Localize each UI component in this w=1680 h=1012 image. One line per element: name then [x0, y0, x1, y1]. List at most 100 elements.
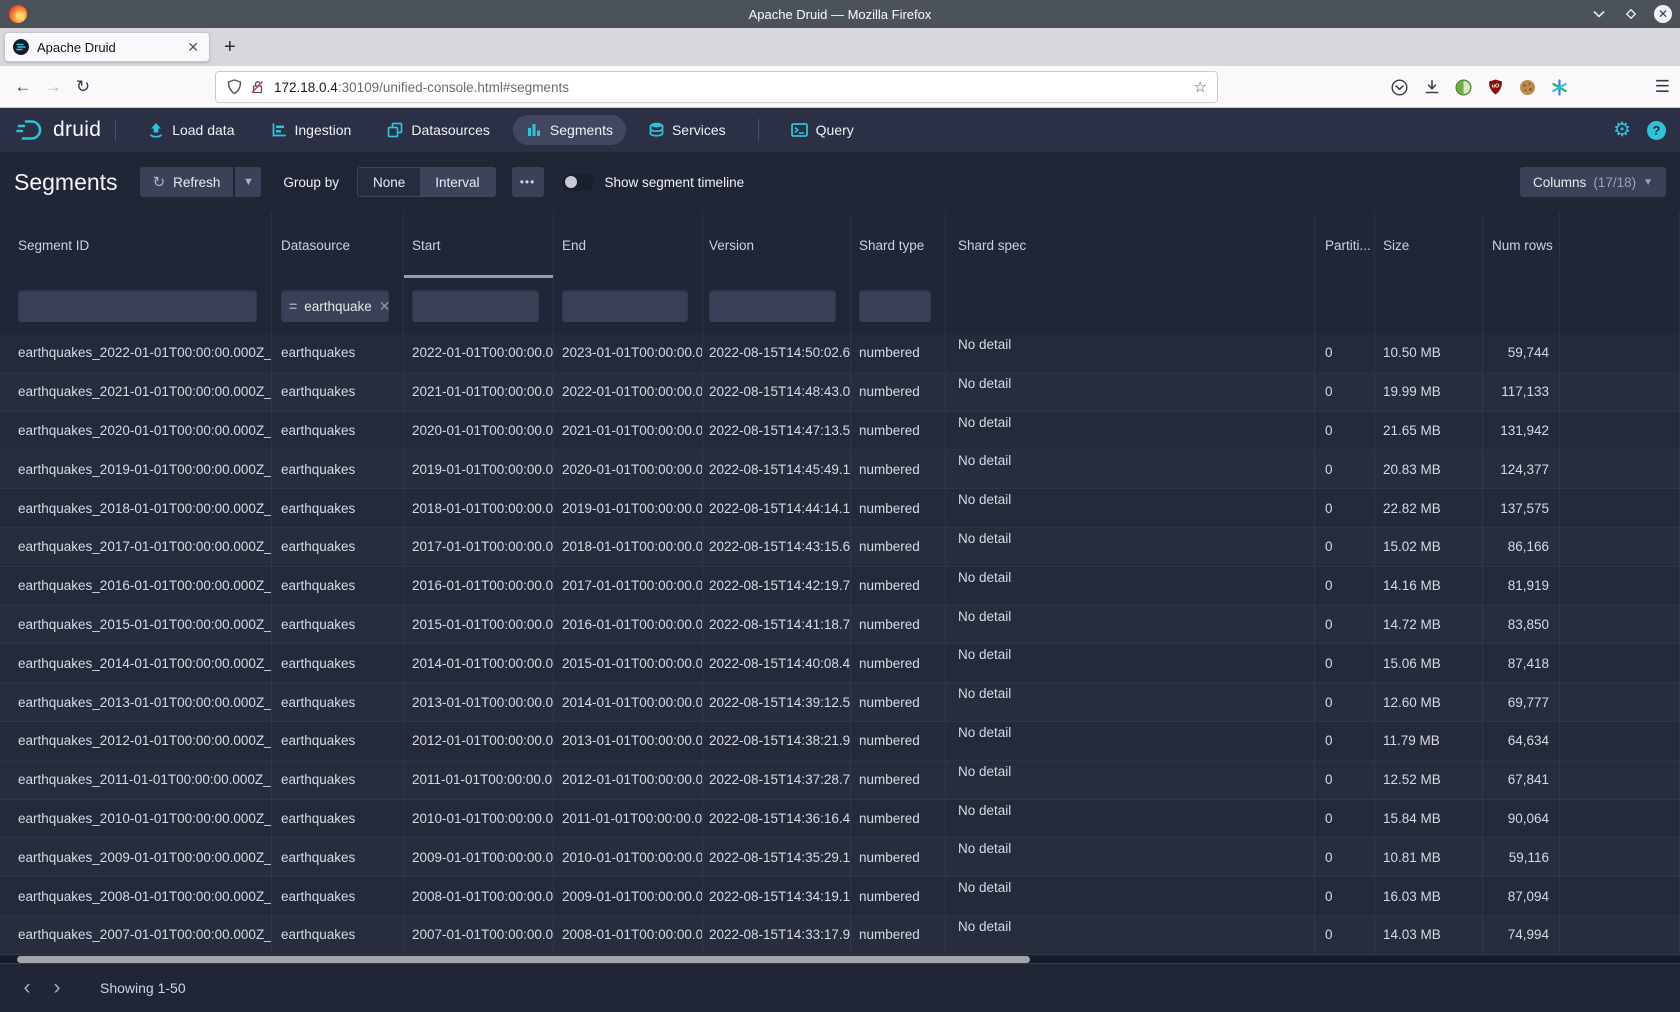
column-header-shard-spec[interactable]: Shard spec: [946, 212, 1315, 278]
cookie-icon[interactable]: [1519, 79, 1536, 96]
filter-input[interactable]: [709, 290, 836, 322]
cell-segment-id[interactable]: earthquakes_2017-01-01T00:00:00.000Z_2..…: [0, 528, 272, 566]
download-icon[interactable]: [1423, 79, 1440, 96]
column-header-version[interactable]: Version: [703, 212, 851, 278]
previous-page-icon[interactable]: ‹: [12, 976, 42, 1000]
browser-tab[interactable]: Apache Druid ✕: [4, 32, 210, 62]
refresh-dropdown-button[interactable]: ▼: [235, 167, 261, 197]
nav-item-load-data[interactable]: Load data: [135, 115, 247, 145]
cell-size: 20.83 MB: [1375, 450, 1483, 488]
multiaccount-asterisk-icon[interactable]: [1551, 79, 1568, 96]
group-by-none-button[interactable]: None: [358, 168, 420, 196]
cell-filler: [1560, 528, 1680, 566]
filter-input[interactable]: [562, 290, 688, 322]
column-header-datasource[interactable]: Datasource: [272, 212, 404, 278]
cell-segment-id[interactable]: earthquakes_2008-01-01T00:00:00.000Z_2..…: [0, 877, 272, 915]
remove-filter-icon[interactable]: ✕: [379, 298, 391, 315]
cell-partition: 0: [1315, 761, 1375, 799]
shield-icon[interactable]: [226, 79, 243, 96]
druid-logo[interactable]: druid: [16, 117, 101, 143]
horizontal-scrollbar-thumb[interactable]: [17, 956, 1030, 963]
help-icon[interactable]: ?: [1647, 121, 1666, 140]
cell-segment-id[interactable]: earthquakes_2009-01-01T00:00:00.000Z_2..…: [0, 838, 272, 876]
table-row[interactable]: earthquakes_2010-01-01T00:00:00.000Z_2..…: [0, 800, 1680, 839]
close-icon[interactable]: ✕: [1654, 5, 1672, 23]
column-header-end[interactable]: End: [554, 212, 703, 278]
extension-green-icon[interactable]: [1455, 79, 1472, 96]
reload-icon[interactable]: ↻: [68, 77, 98, 97]
cell-segment-id[interactable]: earthquakes_2013-01-01T00:00:00.000Z_2..…: [0, 683, 272, 721]
segment-timeline-toggle[interactable]: [562, 174, 594, 191]
cell-shard-type: numbered: [851, 450, 946, 488]
group-by-interval-button[interactable]: Interval: [420, 168, 494, 196]
column-header-segment-id[interactable]: Segment ID: [0, 212, 272, 278]
column-header-start[interactable]: Start: [404, 212, 554, 278]
forward-icon[interactable]: →: [38, 77, 68, 97]
columns-button[interactable]: Columns (17/18) ▼: [1520, 167, 1666, 197]
table-row[interactable]: earthquakes_2012-01-01T00:00:00.000Z_2..…: [0, 722, 1680, 761]
table-row[interactable]: earthquakes_2020-01-01T00:00:00.000Z_2..…: [0, 412, 1680, 451]
cell-shard-spec: No detail: [946, 877, 1315, 915]
refresh-button[interactable]: ↻ Refresh: [140, 167, 234, 197]
minimize-icon[interactable]: [1590, 5, 1608, 23]
datasource-filter-input[interactable]: =earthquake✕: [281, 290, 389, 322]
url-bar[interactable]: 172.18.0.4:30109/unified-console.html#se…: [215, 71, 1218, 103]
ublock-shield-icon[interactable]: uO: [1487, 79, 1504, 96]
cell-version: 2022-08-15T14:38:21.9...: [703, 722, 851, 760]
table-row[interactable]: earthquakes_2008-01-01T00:00:00.000Z_2..…: [0, 877, 1680, 916]
pocket-icon[interactable]: [1391, 79, 1408, 96]
column-header-num-rows[interactable]: Num rows: [1483, 212, 1560, 278]
table-row[interactable]: earthquakes_2007-01-01T00:00:00.000Z_2..…: [0, 916, 1680, 955]
nav-item-ingestion[interactable]: Ingestion: [258, 115, 365, 145]
table-row[interactable]: earthquakes_2018-01-01T00:00:00.000Z_2..…: [0, 489, 1680, 528]
more-options-button[interactable]: •••: [512, 167, 544, 197]
table-row[interactable]: earthquakes_2019-01-01T00:00:00.000Z_2..…: [0, 450, 1680, 489]
cell-size: 14.16 MB: [1375, 567, 1483, 605]
filter-input[interactable]: [412, 290, 539, 322]
cell-segment-id[interactable]: earthquakes_2016-01-01T00:00:00.000Z_2..…: [0, 567, 272, 605]
cell-segment-id[interactable]: earthquakes_2018-01-01T00:00:00.000Z_2..…: [0, 489, 272, 527]
table-row[interactable]: earthquakes_2009-01-01T00:00:00.000Z_2..…: [0, 838, 1680, 877]
table-row[interactable]: earthquakes_2011-01-01T00:00:00.000Z_2..…: [0, 761, 1680, 800]
cell-version: 2022-08-15T14:35:29.1...: [703, 838, 851, 876]
cell-segment-id[interactable]: earthquakes_2014-01-01T00:00:00.000Z_2..…: [0, 644, 272, 682]
table-row[interactable]: earthquakes_2015-01-01T00:00:00.000Z_2..…: [0, 606, 1680, 645]
gear-icon[interactable]: ⚙: [1613, 120, 1631, 140]
new-tab-button[interactable]: +: [224, 36, 236, 59]
table-row[interactable]: earthquakes_2017-01-01T00:00:00.000Z_2..…: [0, 528, 1680, 567]
tab-close-icon[interactable]: ✕: [185, 39, 201, 56]
table-row[interactable]: earthquakes_2021-01-01T00:00:00.000Z_2..…: [0, 373, 1680, 412]
table-row[interactable]: earthquakes_2013-01-01T00:00:00.000Z_2..…: [0, 683, 1680, 722]
cell-segment-id[interactable]: earthquakes_2019-01-01T00:00:00.000Z_2..…: [0, 450, 272, 488]
filter-input[interactable]: [18, 290, 257, 322]
column-header-shard-type[interactable]: Shard type: [851, 212, 946, 278]
filter-cell: [1375, 278, 1483, 334]
cell-version: 2022-08-15T14:47:13.5...: [703, 412, 851, 450]
cell-size: 15.06 MB: [1375, 644, 1483, 682]
table-row[interactable]: earthquakes_2016-01-01T00:00:00.000Z_2..…: [0, 567, 1680, 606]
filter-input[interactable]: [859, 290, 931, 322]
bookmark-star-icon[interactable]: ☆: [1194, 78, 1207, 96]
cell-segment-id[interactable]: earthquakes_2007-01-01T00:00:00.000Z_2..…: [0, 916, 272, 954]
menu-hamburger-icon[interactable]: ☰: [1655, 77, 1670, 97]
cell-segment-id[interactable]: earthquakes_2015-01-01T00:00:00.000Z_2..…: [0, 606, 272, 644]
cell-segment-id[interactable]: earthquakes_2020-01-01T00:00:00.000Z_2..…: [0, 412, 272, 450]
cell-segment-id[interactable]: earthquakes_2022-01-01T00:00:00.000Z_2..…: [0, 334, 272, 372]
nav-item-services[interactable]: Services: [636, 115, 739, 145]
nav-item-datasources[interactable]: Datasources: [374, 115, 503, 145]
cell-segment-id[interactable]: earthquakes_2010-01-01T00:00:00.000Z_2..…: [0, 800, 272, 838]
maximize-icon[interactable]: [1622, 5, 1640, 23]
table-row[interactable]: earthquakes_2022-01-01T00:00:00.000Z_2..…: [0, 334, 1680, 373]
datasource-filter-chip[interactable]: =earthquake✕: [289, 298, 390, 315]
table-row[interactable]: earthquakes_2014-01-01T00:00:00.000Z_2..…: [0, 644, 1680, 683]
back-icon[interactable]: ←: [8, 77, 38, 97]
cell-segment-id[interactable]: earthquakes_2021-01-01T00:00:00.000Z_2..…: [0, 373, 272, 411]
cell-segment-id[interactable]: earthquakes_2011-01-01T00:00:00.000Z_2..…: [0, 761, 272, 799]
broken-lock-icon[interactable]: [249, 79, 266, 96]
cell-segment-id[interactable]: earthquakes_2012-01-01T00:00:00.000Z_2..…: [0, 722, 272, 760]
column-header-partiti[interactable]: Partiti...: [1315, 212, 1375, 278]
nav-item-query[interactable]: Query: [778, 115, 867, 145]
column-header-size[interactable]: Size: [1375, 212, 1483, 278]
next-page-icon[interactable]: ›: [42, 976, 72, 1000]
nav-item-segments[interactable]: Segments: [513, 115, 626, 145]
